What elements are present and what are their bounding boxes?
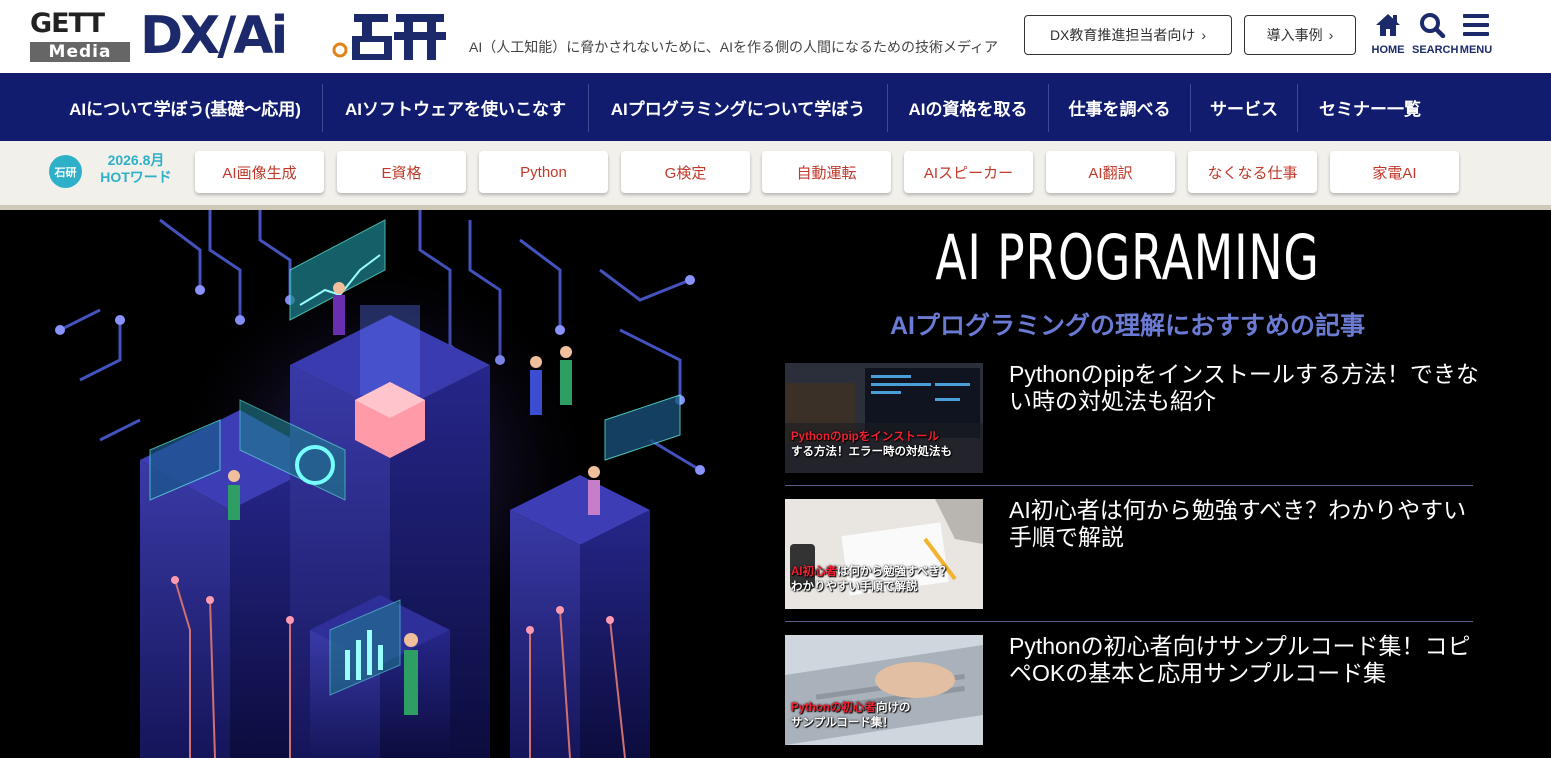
- article-title[interactable]: Pythonのpipをインストールする方法！できない時の対処法も紹介: [1009, 361, 1479, 415]
- logo-gett-text: GETT: [30, 8, 105, 39]
- site-logo[interactable]: GETT Media DX/Ai: [30, 8, 446, 64]
- search-nav-button[interactable]: SEARCH: [1412, 12, 1459, 56]
- isometric-ai-illustration: [55, 210, 705, 758]
- article-thumbnail: AI初心者は何から勉強すべき？ わかりやすい手順で解説: [785, 499, 983, 609]
- case-studies-button-label: 導入事例: [1266, 27, 1323, 43]
- hot-word-chip[interactable]: Python: [479, 151, 608, 193]
- gett-media-logo: GETT Media: [30, 8, 132, 64]
- hot-words-date: 2026.8月: [107, 152, 165, 168]
- nav-item-learn-ai[interactable]: AIについて学ぼう(基礎〜応用): [48, 73, 322, 141]
- dx-education-button-label: DX教育推進担当者向け: [1049, 27, 1196, 43]
- dx-ai-logo: DX/Ai: [140, 6, 288, 66]
- thumbnail-caption-line2: サンプルコード集！: [791, 717, 894, 729]
- logo-dx-text: DX/Ai: [140, 6, 288, 66]
- article-thumbnail: Pythonの初心者向けの サンプルコード集！: [785, 635, 983, 745]
- hot-word-chip[interactable]: 家電AI: [1330, 151, 1459, 193]
- case-studies-button[interactable]: 導入事例 ›: [1244, 15, 1356, 55]
- thumbnail-caption: Pythonの初心者向けの サンプルコード集！: [791, 701, 910, 731]
- logo-media-text: Media: [30, 42, 130, 62]
- hot-word-chip[interactable]: 自動運転: [762, 151, 891, 193]
- thumbnail-caption: AI初心者は何から勉強すべき？ わかりやすい手順で解説: [791, 565, 951, 595]
- hot-word-chip[interactable]: E資格: [337, 151, 466, 193]
- thumbnail-caption-line2: わかりやすい手順で解説: [791, 581, 918, 593]
- search-label: SEARCH: [1412, 44, 1459, 56]
- site-header: GETT Media DX/Ai AI（人工知能）に脅かされないために、AIを作…: [0, 0, 1551, 73]
- hot-word-chip[interactable]: G検定: [621, 151, 750, 193]
- search-icon: [1420, 13, 1446, 39]
- hot-word-chip[interactable]: AIスピーカー: [904, 151, 1033, 193]
- nav-item-ai-certification[interactable]: AIの資格を取る: [888, 73, 1048, 141]
- home-label: HOME: [1371, 44, 1405, 56]
- menu-label: MENU: [1459, 44, 1493, 56]
- hot-word-chip[interactable]: AI翻訳: [1046, 151, 1175, 193]
- thumbnail-caption-line1-red: Pythonの初心者: [791, 702, 876, 714]
- nav-item-ai-programming[interactable]: AIプログラミングについて学ぼう: [589, 73, 887, 141]
- hero-subtitle: AIプログラミングの理解におすすめの記事: [889, 312, 1365, 340]
- thumbnail-caption-line1-rest: は何から勉強すべき？: [837, 566, 952, 578]
- dx-education-button[interactable]: DX教育推進担当者向け ›: [1024, 15, 1232, 55]
- hero-title: AI PROGRAMING: [935, 221, 1320, 294]
- chevron-right-icon: ›: [1328, 27, 1334, 43]
- hot-word-chip[interactable]: なくなる仕事: [1188, 151, 1317, 193]
- menu-nav-button[interactable]: MENU: [1456, 12, 1496, 56]
- thumbnail-caption-line1-red: AI初心者: [791, 566, 837, 578]
- home-icon: [1376, 14, 1400, 36]
- article-card[interactable]: AI初心者は何から勉強すべき？ わかりやすい手順で解説 AI初心者は何から勉強す…: [785, 497, 1473, 609]
- hot-words-label: HOTワード: [100, 169, 172, 185]
- main-nav: AIについて学ぼう(基礎〜応用) AIソフトウェアを使いこなす AIプログラミン…: [0, 73, 1551, 141]
- ishiken-logo-icon: [332, 14, 446, 60]
- ai-programing-hero: AI PROGRAMING AIプログラミングの理解におすすめの記事 Pytho…: [0, 210, 1551, 758]
- thumbnail-caption-line2: する方法！エラー時の対処法も: [791, 446, 952, 458]
- home-nav-button[interactable]: HOME: [1368, 12, 1408, 56]
- nav-item-jobs[interactable]: 仕事を調べる: [1049, 73, 1190, 141]
- hot-words-badge-icon: 石研: [49, 155, 82, 188]
- nav-item-seminars[interactable]: セミナー一覧: [1298, 73, 1442, 141]
- article-divider: [785, 621, 1473, 622]
- site-tagline: AI（人工知能）に脅かされないために、AIを作る側の人間になるための技術メディア: [469, 39, 999, 55]
- chevron-right-icon: ›: [1201, 27, 1207, 43]
- nav-item-ai-software[interactable]: AIソフトウェアを使いこなす: [323, 73, 588, 141]
- article-title[interactable]: Pythonの初心者向けサンプルコード集！コピペOKの基本と応用サンプルコード集: [1009, 633, 1479, 687]
- nav-item-services[interactable]: サービス: [1191, 73, 1297, 141]
- article-title[interactable]: AI初心者は何から勉強すべき？わかりやすい手順で解説: [1009, 497, 1479, 551]
- thumbnail-caption: Pythonのpipをインストール する方法！エラー時の対処法も: [791, 430, 952, 460]
- thumbnail-caption-line1: Pythonのpipをインストール: [791, 431, 939, 443]
- article-thumbnail: Pythonのpipをインストール する方法！エラー時の対処法も: [785, 363, 983, 473]
- hot-words-heading: 2026.8月 HOTワード: [86, 152, 186, 186]
- article-card[interactable]: Pythonの初心者向けの サンプルコード集！ Pythonの初心者向けサンプル…: [785, 633, 1473, 745]
- menu-icon: [1463, 14, 1489, 36]
- hot-word-chip[interactable]: AI画像生成: [195, 151, 324, 193]
- article-card[interactable]: Pythonのpipをインストール する方法！エラー時の対処法も Pythonの…: [785, 361, 1479, 473]
- thumbnail-caption-line1-rest: 向けの: [875, 702, 911, 714]
- article-divider: [785, 485, 1473, 486]
